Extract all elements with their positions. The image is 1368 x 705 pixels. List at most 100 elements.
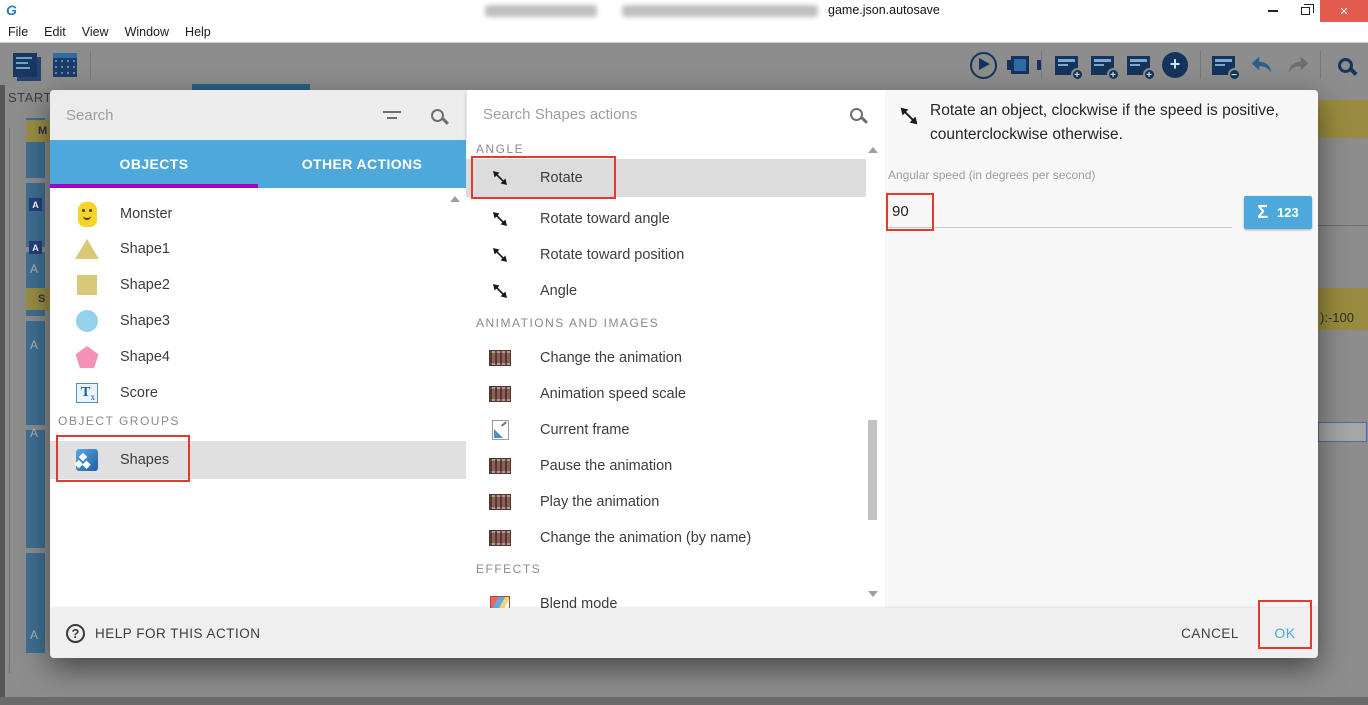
action-row-rotate[interactable]: Rotate xyxy=(466,159,866,197)
screen: G game.json.autosave File Edit View Wind… xyxy=(0,0,1368,705)
action-row-angle[interactable]: Angle xyxy=(466,273,866,309)
add-comment-button[interactable] xyxy=(1123,50,1156,81)
square-icon xyxy=(74,275,100,295)
action-label: Rotate xyxy=(540,170,583,186)
action-chip-letter: A xyxy=(32,199,39,210)
action-label: Change the animation xyxy=(540,350,682,366)
editor-left-edge xyxy=(0,85,5,697)
delete-event-icon xyxy=(1211,55,1241,81)
object-row-shape1[interactable]: Shape1 xyxy=(50,231,466,267)
toolbar-separator xyxy=(1320,51,1321,79)
group-label: Shapes xyxy=(120,452,170,468)
cancel-button[interactable]: CANCEL xyxy=(1170,608,1250,658)
menu-view[interactable]: View xyxy=(82,25,109,39)
help-icon xyxy=(66,623,85,643)
debugger-icon xyxy=(1007,56,1041,74)
add-event-button[interactable] xyxy=(1051,50,1084,81)
toolbar-separator xyxy=(1041,51,1042,79)
scene-editor-icon xyxy=(53,53,77,77)
object-row-score[interactable]: Score xyxy=(50,375,466,411)
circle-icon xyxy=(74,310,100,332)
object-panel-tabs: OBJECTS OTHER ACTIONS xyxy=(50,140,466,188)
actions-search-input[interactable] xyxy=(467,106,850,123)
scroll-up-arrow[interactable] xyxy=(450,196,460,202)
menu-window[interactable]: Window xyxy=(125,25,169,39)
restore-button[interactable] xyxy=(1290,0,1320,22)
project-manager-icon xyxy=(13,53,37,77)
filmstrip-icon xyxy=(488,494,512,510)
action-row-change-animation[interactable]: Change the animation xyxy=(466,340,866,376)
play-icon xyxy=(969,51,997,79)
menu-bar: File Edit View Window Help xyxy=(0,22,1368,43)
action-row-rotate-toward-angle[interactable]: Rotate toward angle xyxy=(466,201,866,237)
object-row-shape4[interactable]: Shape4 xyxy=(50,339,466,375)
tab-other-actions-label: OTHER ACTIONS xyxy=(301,156,423,172)
object-search-input[interactable] xyxy=(50,106,383,124)
preview-button[interactable] xyxy=(968,50,998,80)
object-row-shape2[interactable]: Shape2 xyxy=(50,267,466,303)
help-for-action-button[interactable]: HELP FOR THIS ACTION xyxy=(66,623,261,643)
action-row-change-animation-by-name[interactable]: Change the animation (by name) xyxy=(466,520,866,556)
angular-speed-label: Angular speed (in degrees per second) xyxy=(888,168,1096,182)
action-label: Animation speed scale xyxy=(540,386,686,402)
undo-button[interactable] xyxy=(1247,50,1277,80)
toolbar-separator xyxy=(1200,51,1201,79)
delete-event-button[interactable] xyxy=(1208,50,1241,81)
debugger-button[interactable] xyxy=(1005,50,1041,80)
text-object-icon xyxy=(74,383,100,403)
menu-help[interactable]: Help xyxy=(185,25,211,39)
action-row-pause-animation[interactable]: Pause the animation xyxy=(466,448,866,484)
menu-file[interactable]: File xyxy=(8,25,28,39)
scroll-down-arrow[interactable] xyxy=(868,591,878,597)
minimize-button[interactable] xyxy=(1258,0,1288,22)
event-indent-bar xyxy=(26,430,45,548)
action-editor-dialog: OBJECTS OTHER ACTIONS Monster Shape1 Sha… xyxy=(50,90,1318,658)
event-divider xyxy=(1318,225,1368,226)
add-action-hint: A xyxy=(30,262,39,276)
sigma-icon: Σ xyxy=(1257,202,1269,222)
ok-button[interactable]: OK xyxy=(1260,608,1310,658)
filter-icon[interactable] xyxy=(383,110,401,120)
object-row-monster[interactable]: Monster xyxy=(50,196,466,232)
search-icon[interactable] xyxy=(431,108,444,122)
action-row-play-animation[interactable]: Play the animation xyxy=(466,484,866,520)
menu-edit[interactable]: Edit xyxy=(44,25,66,39)
project-manager-button[interactable] xyxy=(10,50,40,80)
search-events-button[interactable] xyxy=(1330,50,1360,80)
tab-other-actions[interactable]: OTHER ACTIONS xyxy=(258,140,466,188)
action-label: Play the animation xyxy=(540,494,660,510)
scrollbar-thumb[interactable] xyxy=(868,420,877,520)
filmstrip-icon xyxy=(488,386,512,402)
dialog-footer: HELP FOR THIS ACTION CANCEL OK xyxy=(50,608,1318,658)
help-label: HELP FOR THIS ACTION xyxy=(95,625,261,641)
object-label: Shape4 xyxy=(120,349,170,365)
scene-tab-label: START xyxy=(8,90,52,105)
action-row-rotate-toward-position[interactable]: Rotate toward position xyxy=(466,237,866,273)
redo-button[interactable] xyxy=(1283,50,1313,80)
action-label: Rotate toward angle xyxy=(540,211,670,227)
action-description: Rotate an object, clockwise if the speed… xyxy=(930,102,1279,144)
undo-icon xyxy=(1251,56,1272,73)
inline-edit-fragment xyxy=(1318,422,1367,442)
filmstrip-icon xyxy=(488,530,512,546)
redo-icon xyxy=(1288,56,1309,73)
scene-editor-button[interactable] xyxy=(50,50,80,80)
scroll-up-arrow[interactable] xyxy=(868,147,878,153)
title-bar: G game.json.autosave xyxy=(0,0,1368,22)
expression-editor-button[interactable]: Σ 123 xyxy=(1244,196,1312,229)
add-more-button[interactable] xyxy=(1160,50,1190,80)
add-action-hint: A xyxy=(30,426,39,440)
angular-speed-input[interactable] xyxy=(888,190,1232,227)
object-groups-header: OBJECT GROUPS xyxy=(58,414,180,428)
search-icon[interactable] xyxy=(850,108,863,121)
close-button[interactable] xyxy=(1320,0,1368,22)
pentagon-icon xyxy=(74,346,100,368)
tab-objects[interactable]: OBJECTS xyxy=(50,140,258,188)
add-action-hint: A xyxy=(30,628,39,642)
action-row-animation-speed-scale[interactable]: Animation speed scale xyxy=(466,376,866,412)
action-row-current-frame[interactable]: Current frame xyxy=(466,412,866,448)
group-row-shapes[interactable]: Shapes xyxy=(50,441,466,479)
object-row-shape3[interactable]: Shape3 xyxy=(50,303,466,339)
add-sub-event-button[interactable] xyxy=(1087,50,1120,81)
add-comment-icon xyxy=(1126,55,1156,81)
